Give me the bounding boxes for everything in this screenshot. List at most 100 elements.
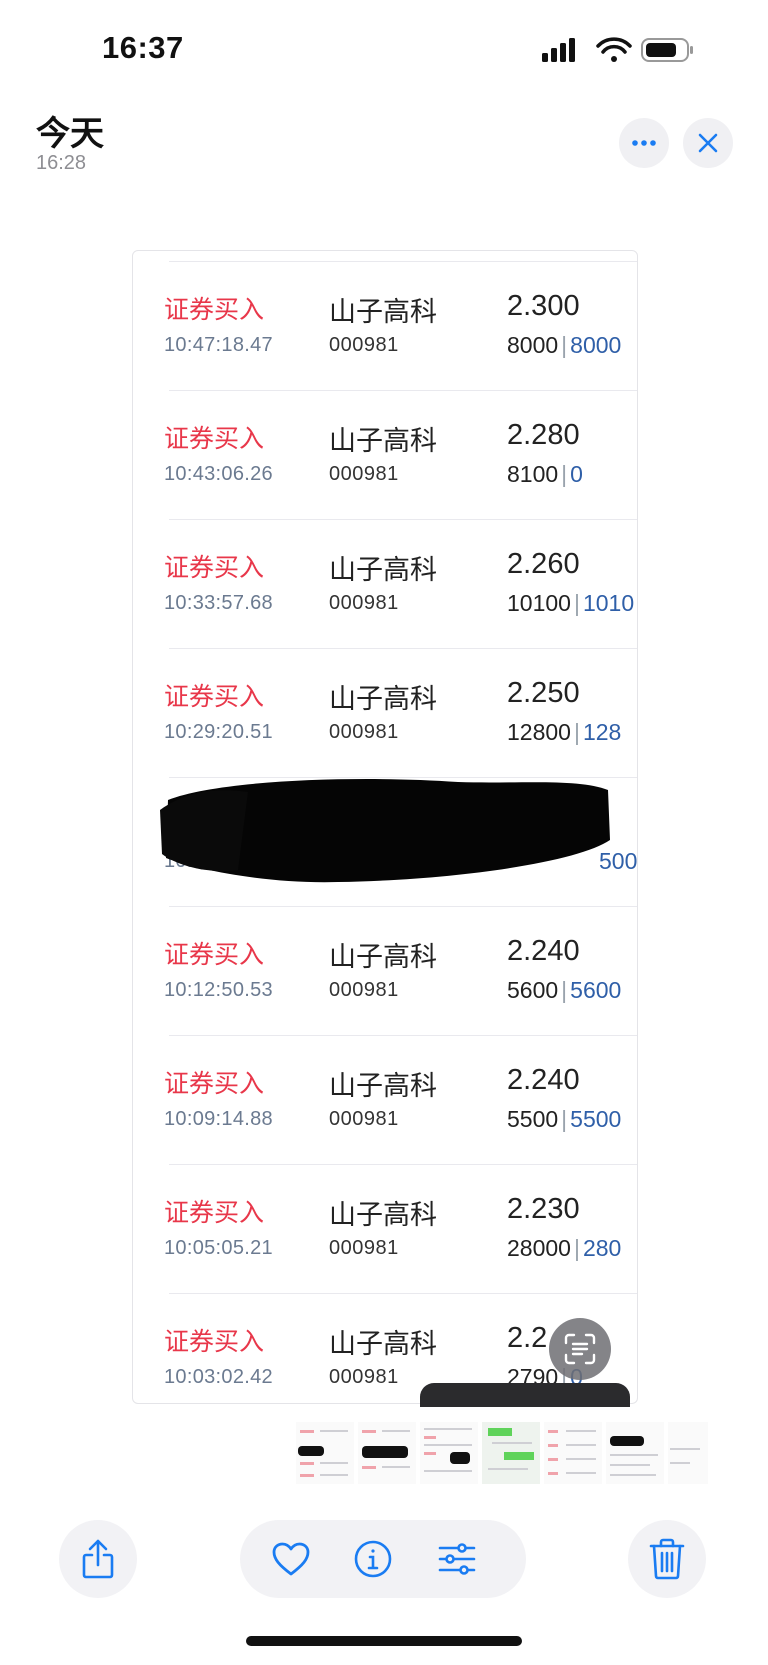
- stock-name: 山子高科: [329, 1071, 437, 1102]
- stock-code: 000981: [329, 979, 399, 1001]
- order-qty: 8100: [507, 461, 559, 487]
- trade-qty: 8000 | 8000: [507, 332, 622, 358]
- cellular-signal-icon: [542, 38, 575, 62]
- trade-time: 10:33:57.68: [164, 592, 273, 614]
- trade-price: 2.280: [507, 419, 580, 451]
- trade-time: 10:09:14.88: [164, 1108, 273, 1130]
- stock-name: 山子高科: [329, 942, 437, 973]
- live-text-scan-icon: [564, 1333, 596, 1365]
- order-qty: 10100: [507, 590, 571, 616]
- trade-op: 证券买入: [164, 940, 265, 969]
- filled-qty: 280: [582, 1235, 622, 1261]
- thumbnail[interactable]: [606, 1422, 664, 1484]
- heart-icon: [272, 1542, 310, 1576]
- filled-qty: 5600: [570, 977, 622, 1003]
- trade-time: 10:29:20.51: [164, 721, 273, 743]
- trade-op: 证券买入: [164, 1069, 265, 1098]
- thumbnail[interactable]: [358, 1422, 416, 1484]
- filled-qty: 5500: [570, 1106, 622, 1132]
- trade-price: 2.2: [507, 1322, 548, 1354]
- trade-qty: 28000 | 280: [507, 1235, 622, 1261]
- stock-name: 山子高科: [329, 297, 437, 328]
- stock-code: 000981: [329, 463, 399, 485]
- order-qty: 5600: [507, 977, 559, 1003]
- stock-code: 000981: [329, 1237, 399, 1259]
- trade-row: 证券买入 10:29:20.51 山子高科 000981 2.250 12800…: [164, 648, 637, 777]
- filled-qty: 1010: [582, 590, 635, 616]
- thumbnail[interactable]: [296, 1422, 354, 1484]
- trade-op: 证券买入: [164, 295, 265, 324]
- trade-time: 10:43:06.26: [164, 463, 273, 485]
- photo-actions-group: [240, 1520, 526, 1598]
- trade-price: 2.260: [507, 548, 580, 580]
- close-button[interactable]: [683, 118, 733, 168]
- trade-price: 2.250: [507, 677, 580, 709]
- stock-name: 山子高科: [329, 684, 437, 715]
- stock-code: 000981: [329, 1108, 399, 1130]
- trade-op: 证券买入: [164, 1327, 265, 1356]
- trade-qty: 5500 | 5500: [507, 1106, 622, 1132]
- favorite-button[interactable]: [270, 1538, 312, 1580]
- ellipsis-icon: [632, 140, 656, 146]
- trade-qty: 10100 | 1010: [507, 590, 635, 616]
- stock-name: 山子高科: [329, 1200, 437, 1231]
- trade-price: 2.240: [507, 935, 580, 967]
- overlay-handle: [420, 1383, 630, 1407]
- trade-qty: 8100 | 0: [507, 461, 583, 487]
- trade-op: 证券买入: [164, 1198, 265, 1227]
- wifi-icon: [596, 37, 632, 62]
- filled-qty: 128: [582, 719, 622, 745]
- trade-qty: 5600 | 5600: [507, 977, 622, 1003]
- trade-row: 证券买入 10:05:05.21 山子高科 000981 2.230 28000…: [164, 1164, 637, 1293]
- status-icons: [542, 37, 693, 62]
- trade-row: 证券买入 10:47:18.47 山子高科 000981 2.300 8000 |…: [164, 261, 637, 390]
- trade-row: 证券买入 10:33:57.68 山子高科 000981 2.260 10100…: [164, 519, 637, 648]
- share-button[interactable]: [59, 1520, 137, 1598]
- battery-icon: [641, 38, 693, 62]
- share-icon: [82, 1539, 114, 1579]
- trade-op: 证券买入: [164, 424, 265, 453]
- order-qty: 28000: [507, 1235, 571, 1261]
- page-subtitle-time: 16:28: [36, 152, 87, 174]
- trash-icon: [649, 1538, 685, 1580]
- status-time: 16:37: [102, 30, 184, 65]
- adjust-button[interactable]: [436, 1538, 478, 1580]
- info-button[interactable]: [352, 1538, 394, 1580]
- stock-name: 山子高科: [329, 1329, 437, 1360]
- order-qty: 5500: [507, 1106, 559, 1132]
- thumbnail[interactable]: [668, 1422, 708, 1484]
- thumbnail[interactable]: [420, 1422, 478, 1484]
- stock-code: 000981: [329, 721, 399, 743]
- delete-button[interactable]: [628, 1520, 706, 1598]
- live-text-button[interactable]: [549, 1318, 611, 1380]
- trade-time: 10:47:18.47: [164, 334, 273, 356]
- close-icon: [698, 133, 718, 153]
- sliders-icon: [438, 1543, 476, 1575]
- thumbnail[interactable]: [544, 1422, 602, 1484]
- more-button[interactable]: [619, 118, 669, 168]
- page-title: 今天: [36, 114, 104, 154]
- stock-code: 000981: [329, 592, 399, 614]
- trade-row: 证券买入 10:09:14.88 山子高科 000981 2.240 5500 |…: [164, 1035, 637, 1164]
- redaction-scribble: [160, 779, 610, 883]
- trade-price: 2.230: [507, 1193, 580, 1225]
- trade-row: 证券买入 10:12:50.53 山子高科 000981 2.240 5600 |…: [164, 906, 637, 1035]
- trade-time: 10:03:02.42: [164, 1366, 273, 1388]
- order-qty: 8000: [507, 332, 559, 358]
- filled-qty: 0: [570, 461, 583, 487]
- home-indicator: [246, 1636, 522, 1646]
- stock-name: 山子高科: [329, 426, 437, 457]
- trade-price: 2.240: [507, 1064, 580, 1096]
- trade-op: 证券买入: [164, 682, 265, 711]
- stock-code: 000981: [329, 1366, 399, 1388]
- trade-price: 2.300: [507, 290, 580, 322]
- thumbnail[interactable]: [482, 1422, 540, 1484]
- trade-row: 证券买入 10:43:06.26 山子高科 000981 2.280 8100 |…: [164, 390, 637, 519]
- info-icon: [354, 1540, 392, 1578]
- order-qty: 12800: [507, 719, 571, 745]
- stock-name: 山子高科: [329, 555, 437, 586]
- trade-time: 10:05:05.21: [164, 1237, 273, 1259]
- filled-qty: 8000: [570, 332, 622, 358]
- thumbnail-strip[interactable]: [296, 1422, 708, 1484]
- trade-op: 证券买入: [164, 553, 265, 582]
